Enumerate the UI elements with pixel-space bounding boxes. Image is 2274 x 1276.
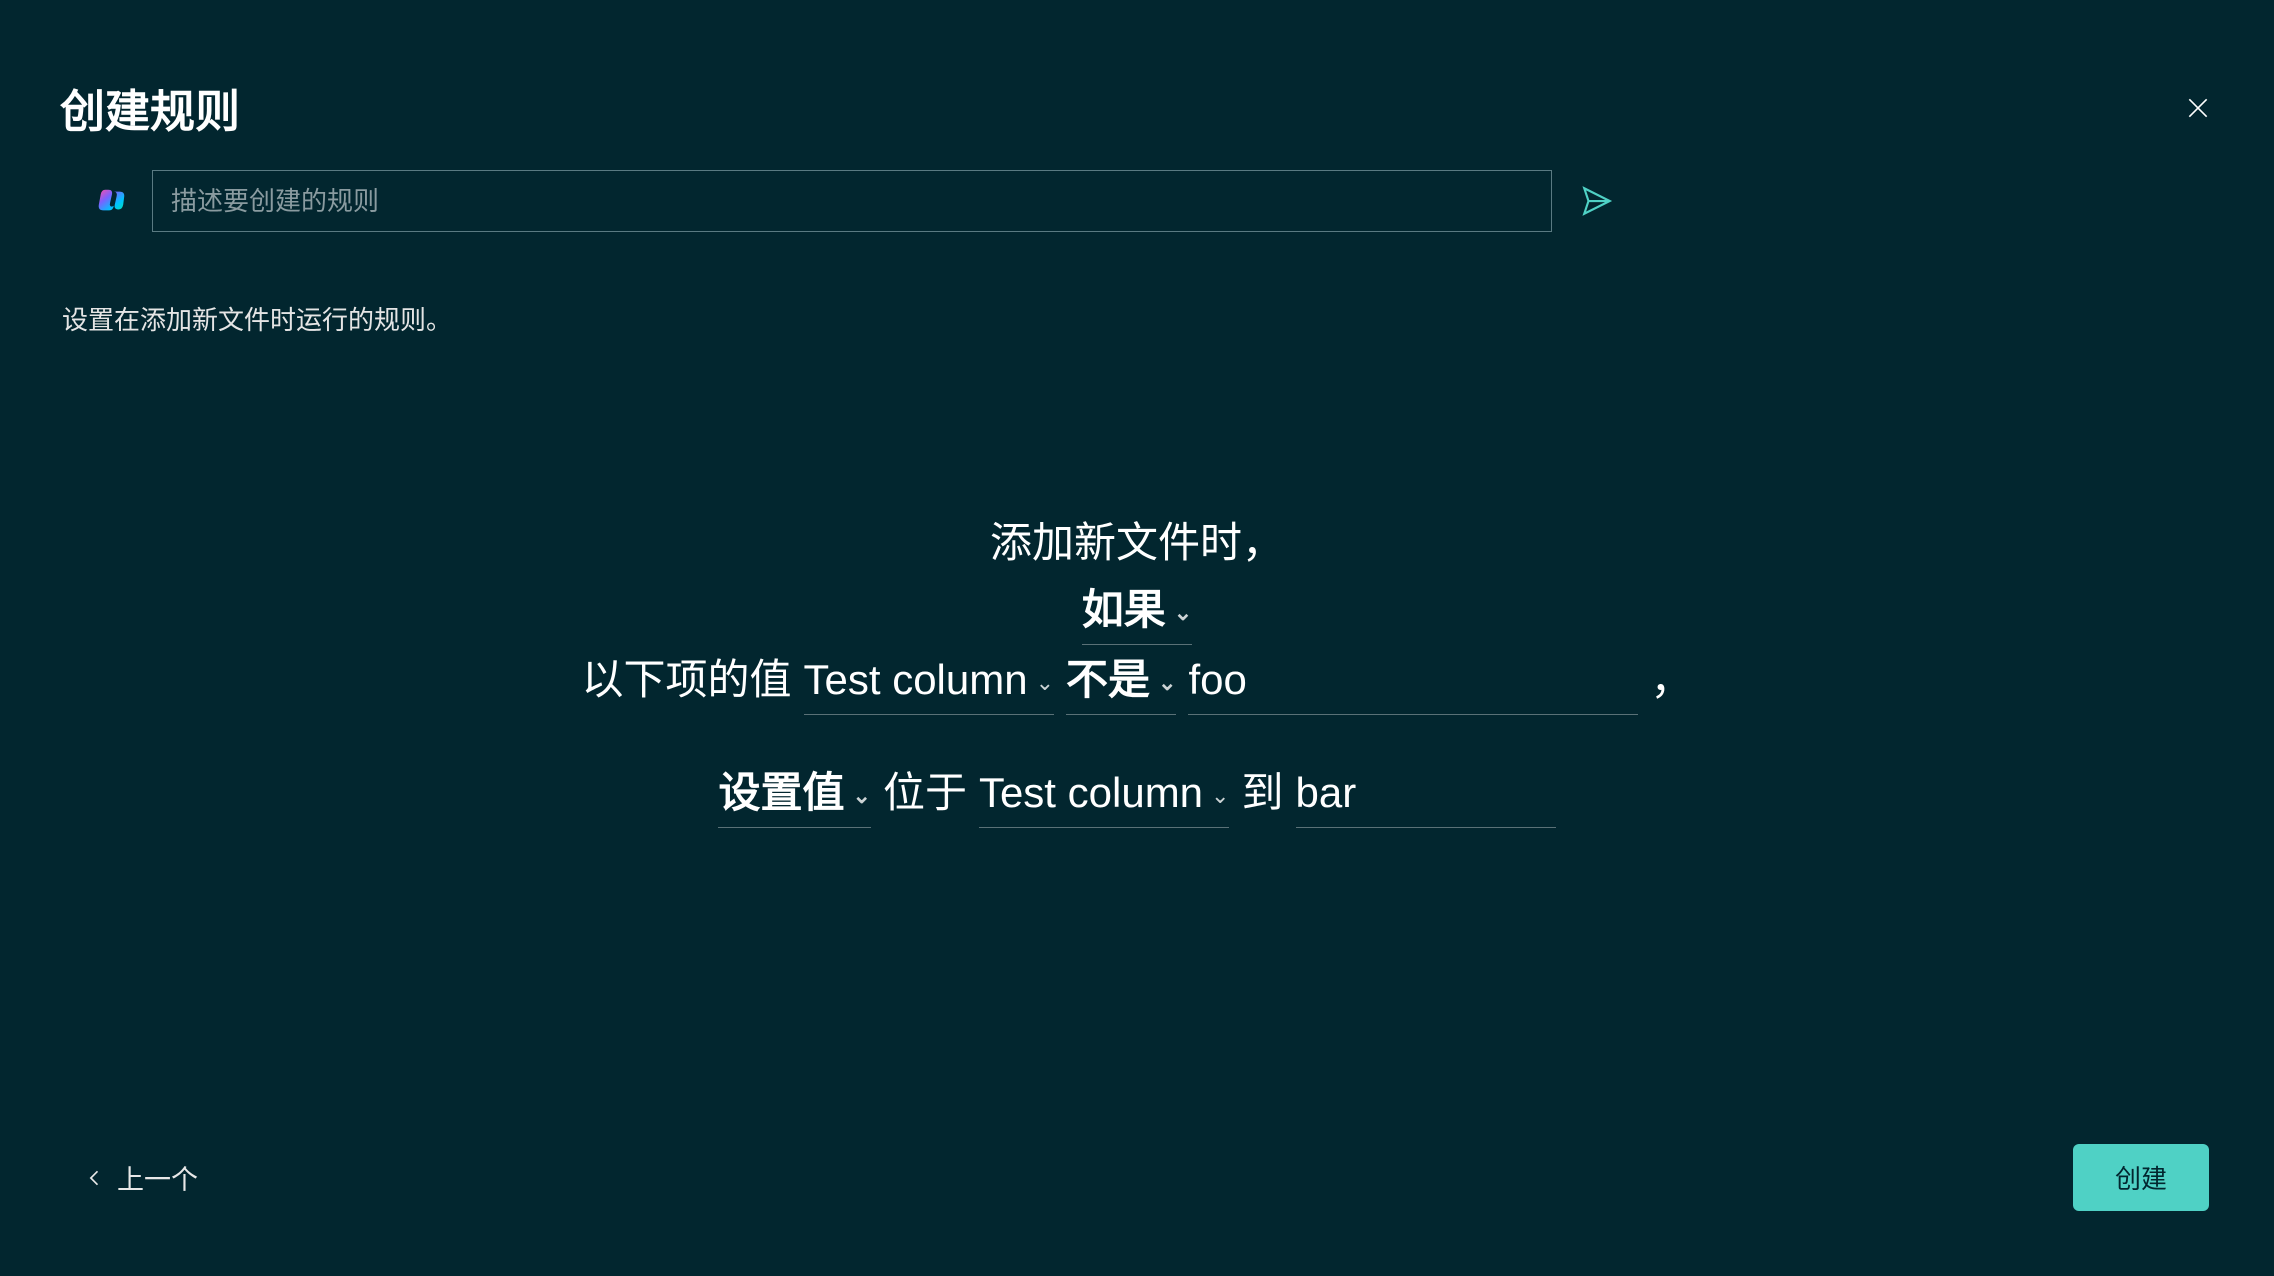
rule-trigger-line: 添加新文件时， (0, 510, 2274, 575)
condition-column-value: Test column (804, 647, 1028, 712)
rule-condition-label-line: 如果 ⌄ (0, 577, 2274, 645)
operator-value: 不是 (1066, 647, 1150, 712)
close-icon (2185, 95, 2211, 121)
chevron-down-icon: ⌄ (853, 779, 871, 813)
action-column-value: Test column (979, 760, 1203, 825)
rule-builder: 添加新文件时， 如果 ⌄ 以下项的值 Test column ⌄ 不是 ⌄ fo… (0, 510, 2274, 830)
action-column-dropdown[interactable]: Test column ⌄ (979, 760, 1230, 828)
ai-input-row (95, 170, 1617, 232)
trigger-text: 添加新文件时， (990, 510, 1284, 575)
close-button[interactable] (2182, 92, 2214, 124)
chevron-left-icon (85, 1168, 105, 1188)
action-type-dropdown[interactable]: 设置值 ⌄ (718, 760, 870, 828)
action-type-label: 设置值 (718, 760, 844, 825)
condition-type-label: 如果 (1082, 577, 1166, 642)
send-button[interactable] (1577, 181, 1617, 221)
create-button[interactable]: 创建 (2073, 1144, 2209, 1211)
chevron-down-icon: ⌄ (1174, 596, 1192, 630)
back-label: 上一个 (117, 1158, 198, 1197)
condition-column-dropdown[interactable]: Test column ⌄ (804, 647, 1055, 715)
chevron-down-icon: ⌄ (1211, 779, 1229, 813)
action-value-input[interactable]: bar (1296, 760, 1556, 828)
chevron-down-icon: ⌄ (1036, 666, 1054, 700)
rule-condition-line: 以下项的值 Test column ⌄ 不是 ⌄ foo ， (0, 647, 2274, 715)
rule-description-input[interactable] (152, 170, 1552, 232)
send-icon (1580, 184, 1614, 218)
comma-text: ， (1650, 647, 1692, 712)
condition-value-input[interactable]: foo (1188, 647, 1638, 715)
dialog-footer: 上一个 创建 (85, 1144, 2209, 1211)
to-label: 到 (1241, 760, 1283, 825)
back-button[interactable]: 上一个 (85, 1158, 198, 1197)
chevron-down-icon: ⌄ (1158, 666, 1176, 700)
value-of-label: 以下项的值 (581, 647, 791, 712)
rule-action-line: 设置值 ⌄ 位于 Test column ⌄ 到 bar (0, 760, 2274, 828)
condition-type-dropdown[interactable]: 如果 ⌄ (1082, 577, 1192, 645)
dialog-header: 创建规则 (60, 75, 2214, 140)
rule-description-text: 设置在添加新文件时运行的规则。 (62, 300, 452, 337)
in-label: 位于 (883, 760, 967, 825)
page-title: 创建规则 (60, 75, 240, 140)
copilot-icon (95, 185, 127, 217)
operator-dropdown[interactable]: 不是 ⌄ (1066, 647, 1176, 715)
